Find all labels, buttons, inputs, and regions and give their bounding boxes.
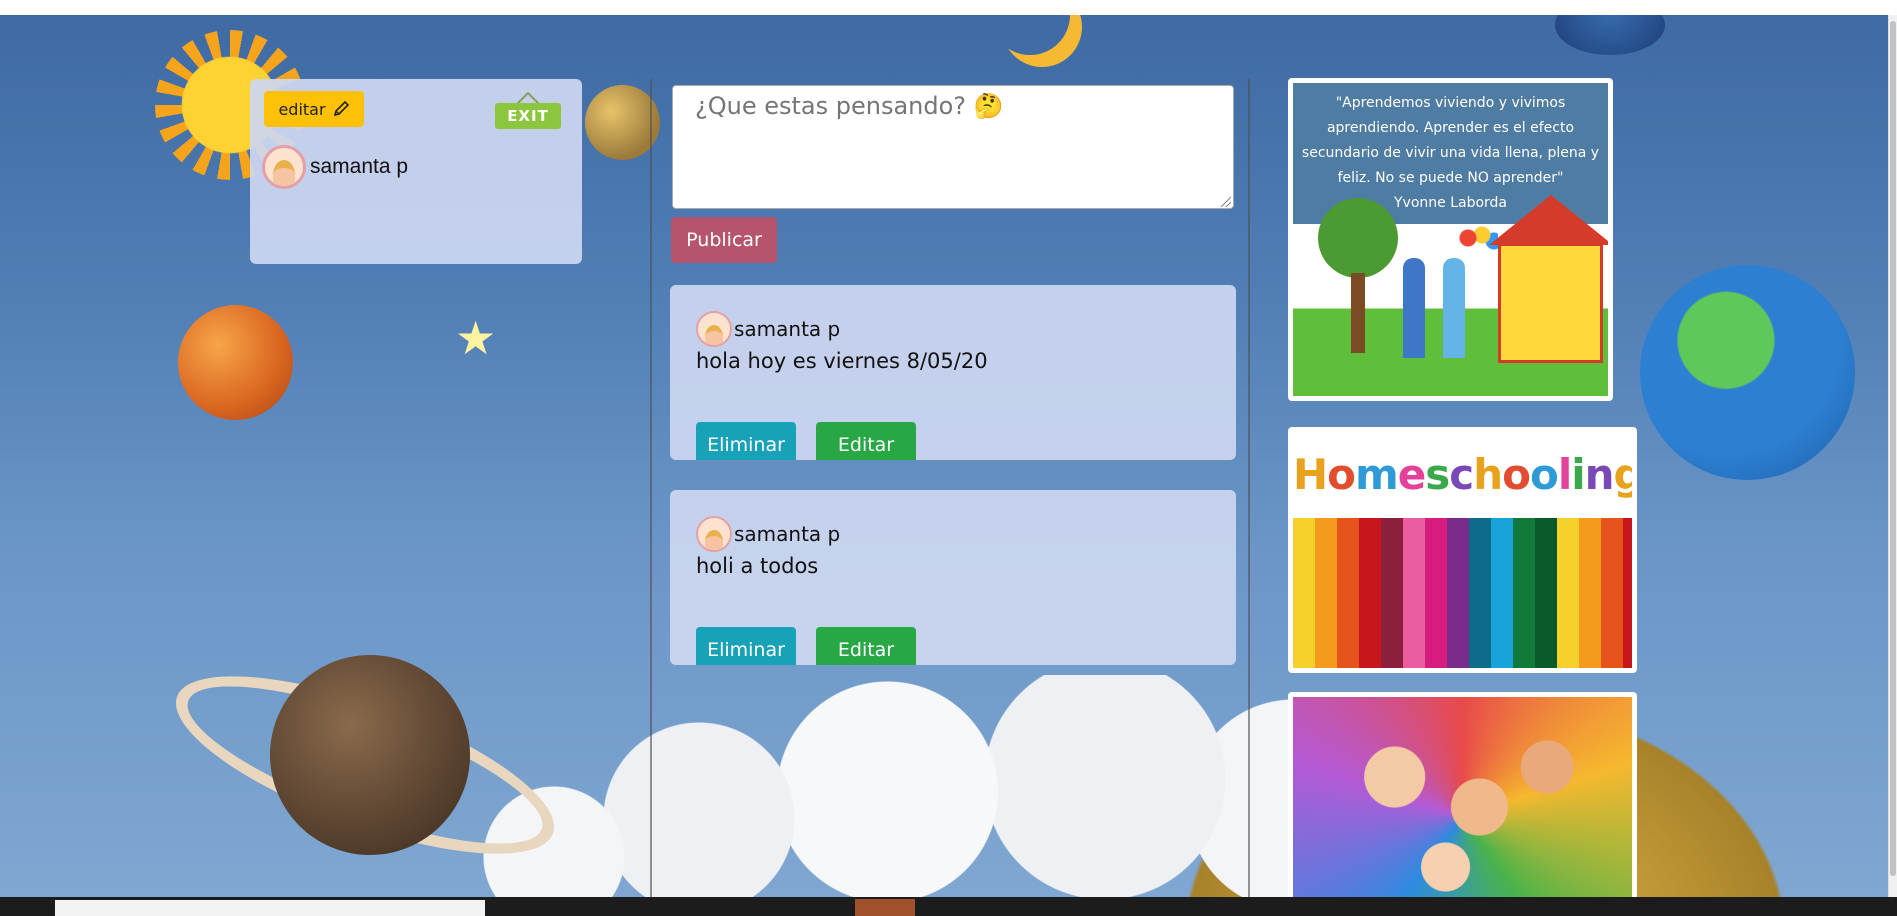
saturn-decoration: [270, 655, 470, 855]
colored-pencils-drawing: [1293, 518, 1632, 668]
publish-button[interactable]: Publicar: [671, 217, 777, 263]
profile-user: samanta p: [262, 145, 408, 189]
edit-post-button[interactable]: Editar: [816, 627, 916, 665]
homeschooling-letter: l: [1557, 450, 1572, 499]
edit-profile-label: editar: [278, 99, 326, 119]
boy-drawing: [1403, 258, 1425, 358]
homeschooling-letter: H: [1293, 450, 1328, 499]
page-scrollbar[interactable]: [1888, 15, 1897, 897]
exit-label: EXIT: [495, 103, 561, 129]
earth-decoration: [1640, 265, 1855, 480]
post-card: samanta p hola hoy es viernes 8/05/20 El…: [670, 285, 1236, 460]
post-author: samanta p: [696, 516, 840, 552]
exit-button[interactable]: EXIT: [495, 91, 561, 131]
tree-drawing: [1318, 198, 1398, 278]
avatar-icon: [696, 516, 732, 552]
avatar-icon: [262, 145, 306, 189]
star-decoration: ★: [455, 311, 497, 365]
planet-top-decoration: [1555, 15, 1665, 55]
feed-column: Publicar samanta p hola hoy es viernes 8…: [650, 79, 1250, 897]
homeschooling-letter: o: [1529, 450, 1559, 499]
profile-panel: editar EXIT samanta p: [250, 79, 582, 264]
homeschooling-letter: c: [1449, 450, 1474, 499]
girl-drawing: [1443, 258, 1465, 358]
quote-image: "Aprendemos viviendo y vivimos aprendien…: [1288, 78, 1613, 401]
taskbar-search[interactable]: [55, 900, 485, 916]
moon-decoration: [990, 15, 1070, 55]
tree-trunk-drawing: [1351, 273, 1365, 353]
taskbar-app[interactable]: [855, 899, 915, 916]
homeschooling-letter: s: [1425, 450, 1450, 499]
post-input[interactable]: [672, 85, 1234, 209]
homeschooling-letter: h: [1473, 450, 1503, 499]
homeschooling-letter: n: [1584, 450, 1615, 499]
homeschooling-title: Homeschooling: [1293, 450, 1632, 499]
resize-grip-icon[interactable]: [1219, 195, 1231, 207]
delete-post-button[interactable]: Eliminar: [696, 627, 796, 665]
homeschooling-letter: o: [1502, 450, 1531, 499]
post-card: samanta p holi a todos Eliminar Editar: [670, 490, 1236, 665]
house-drawing: [1498, 243, 1603, 363]
os-taskbar: [0, 897, 1897, 916]
homeschooling-letter: i: [1571, 450, 1585, 499]
painted-hands-image: [1288, 692, 1637, 902]
homeschooling-letter: g: [1613, 450, 1632, 499]
edit-post-button[interactable]: Editar: [816, 422, 916, 460]
scrollbar-thumb[interactable]: [1890, 21, 1896, 876]
orange-planet-decoration: [178, 305, 293, 420]
post-author: samanta p: [696, 311, 840, 347]
edit-profile-button[interactable]: editar: [264, 91, 364, 127]
homeschooling-letter: e: [1397, 450, 1426, 499]
post-text: hola hoy es viernes 8/05/20: [696, 349, 988, 373]
homeschooling-letter: o: [1327, 450, 1356, 499]
quote-body: "Aprendemos viviendo y vivimos aprendien…: [1301, 95, 1600, 186]
post-author-name: samanta p: [734, 317, 841, 341]
pencil-icon: [333, 100, 349, 117]
profile-name: samanta p: [310, 155, 409, 178]
homeschooling-image: Homeschooling: [1288, 427, 1637, 673]
delete-post-button[interactable]: Eliminar: [696, 422, 796, 460]
post-author-name: samanta p: [734, 522, 841, 546]
avatar-icon: [696, 311, 732, 347]
browser-top-edge: [0, 0, 1897, 15]
children-painted-hands-photo: [1293, 697, 1632, 897]
homeschooling-letter: m: [1355, 450, 1399, 499]
small-planet-decoration: [585, 85, 660, 160]
house-roof-drawing: [1489, 195, 1608, 245]
post-text: holi a todos: [696, 554, 819, 578]
